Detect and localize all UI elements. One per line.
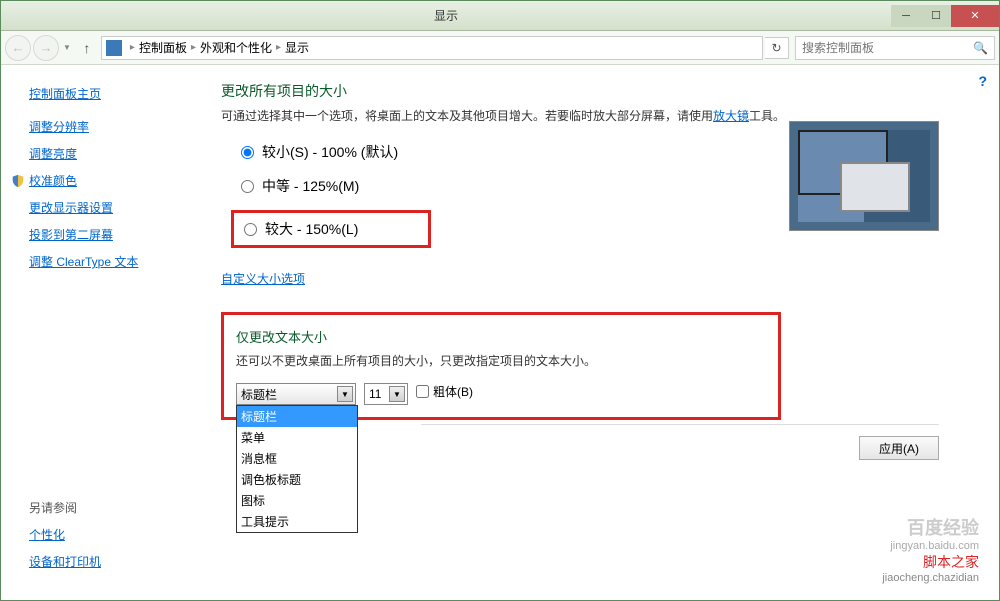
minimize-button[interactable]: ─ [891, 5, 921, 27]
chevron-down-icon: ▼ [389, 386, 405, 402]
address-bar: ← → ▼ ↑ ▸ 控制面板 ▸ 外观和个性化 ▸ 显示 ↻ 🔍 [1, 31, 999, 65]
search-box[interactable]: 🔍 [795, 36, 995, 60]
text-size-section: 仅更改文本大小 还可以不更改桌面上所有项目的大小，只更改指定项目的文本大小。 标… [221, 312, 781, 420]
main-panel: 更改所有项目的大小 可通过选择其中一个选项，将桌面上的文本及其他项目增大。若要临… [201, 65, 999, 600]
text-controls-row: 标题栏 ▼ 标题栏 菜单 消息框 调色板标题 图标 工具提示 11 ▼ [236, 383, 766, 405]
search-input[interactable] [802, 41, 973, 55]
chevron-down-icon: ▼ [337, 386, 353, 402]
dropdown-item-titlebar[interactable]: 标题栏 [237, 406, 357, 427]
titlebar: 显示 ─ ☐ ✕ [1, 1, 999, 31]
see-also-label: 另请参阅 [29, 499, 101, 516]
apply-button[interactable]: 应用(A) [859, 436, 939, 460]
maximize-button[interactable]: ☐ [921, 5, 951, 27]
bold-checkbox-label[interactable]: 粗体(B) [416, 383, 473, 400]
window-title: 显示 [1, 7, 891, 24]
control-panel-icon [106, 40, 122, 56]
sidebar-item-calibrate[interactable]: 校准颜色 [29, 172, 201, 189]
text-section-title: 仅更改文本大小 [236, 327, 766, 346]
element-select[interactable]: 标题栏 ▼ 标题栏 菜单 消息框 调色板标题 图标 工具提示 [236, 383, 356, 405]
magnifier-link[interactable]: 放大镜 [713, 109, 749, 123]
custom-size-link[interactable]: 自定义大小选项 [221, 270, 305, 287]
radio-large[interactable]: 较大 - 150%(L) [231, 210, 431, 248]
breadcrumb-leaf[interactable]: 显示 [285, 39, 309, 56]
content-area: ? 控制面板主页 调整分辨率 调整亮度 校准颜色 更改显示器设置 投影到第二屏幕… [1, 65, 999, 600]
back-button[interactable]: ← [5, 35, 31, 61]
dropdown-item-messagebox[interactable]: 消息框 [237, 448, 357, 469]
radio-small-input[interactable] [241, 146, 254, 159]
dropdown-item-palette[interactable]: 调色板标题 [237, 469, 357, 490]
history-dropdown-icon[interactable]: ▼ [63, 43, 71, 52]
sidebar-item-project[interactable]: 投影到第二屏幕 [29, 226, 201, 243]
font-size-select[interactable]: 11 ▼ [364, 383, 408, 405]
search-icon[interactable]: 🔍 [973, 41, 988, 55]
shield-icon [11, 174, 25, 188]
sidebar-item-resolution[interactable]: 调整分辨率 [29, 118, 201, 135]
watermark: 百度经验 jingyan.baidu.com 脚本之家 jiaocheng.ch… [882, 514, 979, 584]
divider [421, 424, 939, 425]
radio-large-input[interactable] [244, 223, 257, 236]
close-button[interactable]: ✕ [951, 5, 999, 27]
size-section-title: 更改所有项目的大小 [221, 81, 959, 101]
window-controls: ─ ☐ ✕ [891, 5, 999, 27]
chevron-right-icon: ▸ [130, 42, 135, 53]
dropdown-item-menu[interactable]: 菜单 [237, 427, 357, 448]
chevron-right-icon: ▸ [276, 42, 281, 53]
breadcrumb-root[interactable]: 控制面板 [139, 39, 187, 56]
chevron-right-icon: ▸ [191, 42, 196, 53]
forward-button[interactable]: → [33, 35, 59, 61]
sidebar-home-link[interactable]: 控制面板主页 [29, 85, 201, 102]
dropdown-item-icon[interactable]: 图标 [237, 490, 357, 511]
sidebar-item-brightness[interactable]: 调整亮度 [29, 145, 201, 162]
refresh-button[interactable]: ↻ [765, 37, 789, 59]
sidebar-item-display-settings[interactable]: 更改显示器设置 [29, 199, 201, 216]
sidebar: 控制面板主页 调整分辨率 调整亮度 校准颜色 更改显示器设置 投影到第二屏幕 调… [1, 65, 201, 600]
bold-checkbox[interactable] [416, 385, 429, 398]
sidebar-footer-personalize[interactable]: 个性化 [29, 526, 101, 543]
sidebar-item-cleartype[interactable]: 调整 ClearType 文本 [29, 253, 201, 270]
sidebar-footer-devices[interactable]: 设备和打印机 [29, 553, 101, 570]
breadcrumb-mid[interactable]: 外观和个性化 [200, 39, 272, 56]
display-preview-image [789, 121, 939, 231]
dropdown-item-tooltip[interactable]: 工具提示 [237, 511, 357, 532]
sidebar-footer: 另请参阅 个性化 设备和打印机 [29, 499, 101, 580]
element-dropdown: 标题栏 菜单 消息框 调色板标题 图标 工具提示 [236, 405, 358, 533]
up-button[interactable]: ↑ [75, 36, 99, 60]
radio-medium-input[interactable] [241, 180, 254, 193]
breadcrumb[interactable]: ▸ 控制面板 ▸ 外观和个性化 ▸ 显示 [101, 36, 763, 60]
text-section-desc: 还可以不更改桌面上所有项目的大小，只更改指定项目的文本大小。 [236, 352, 766, 369]
